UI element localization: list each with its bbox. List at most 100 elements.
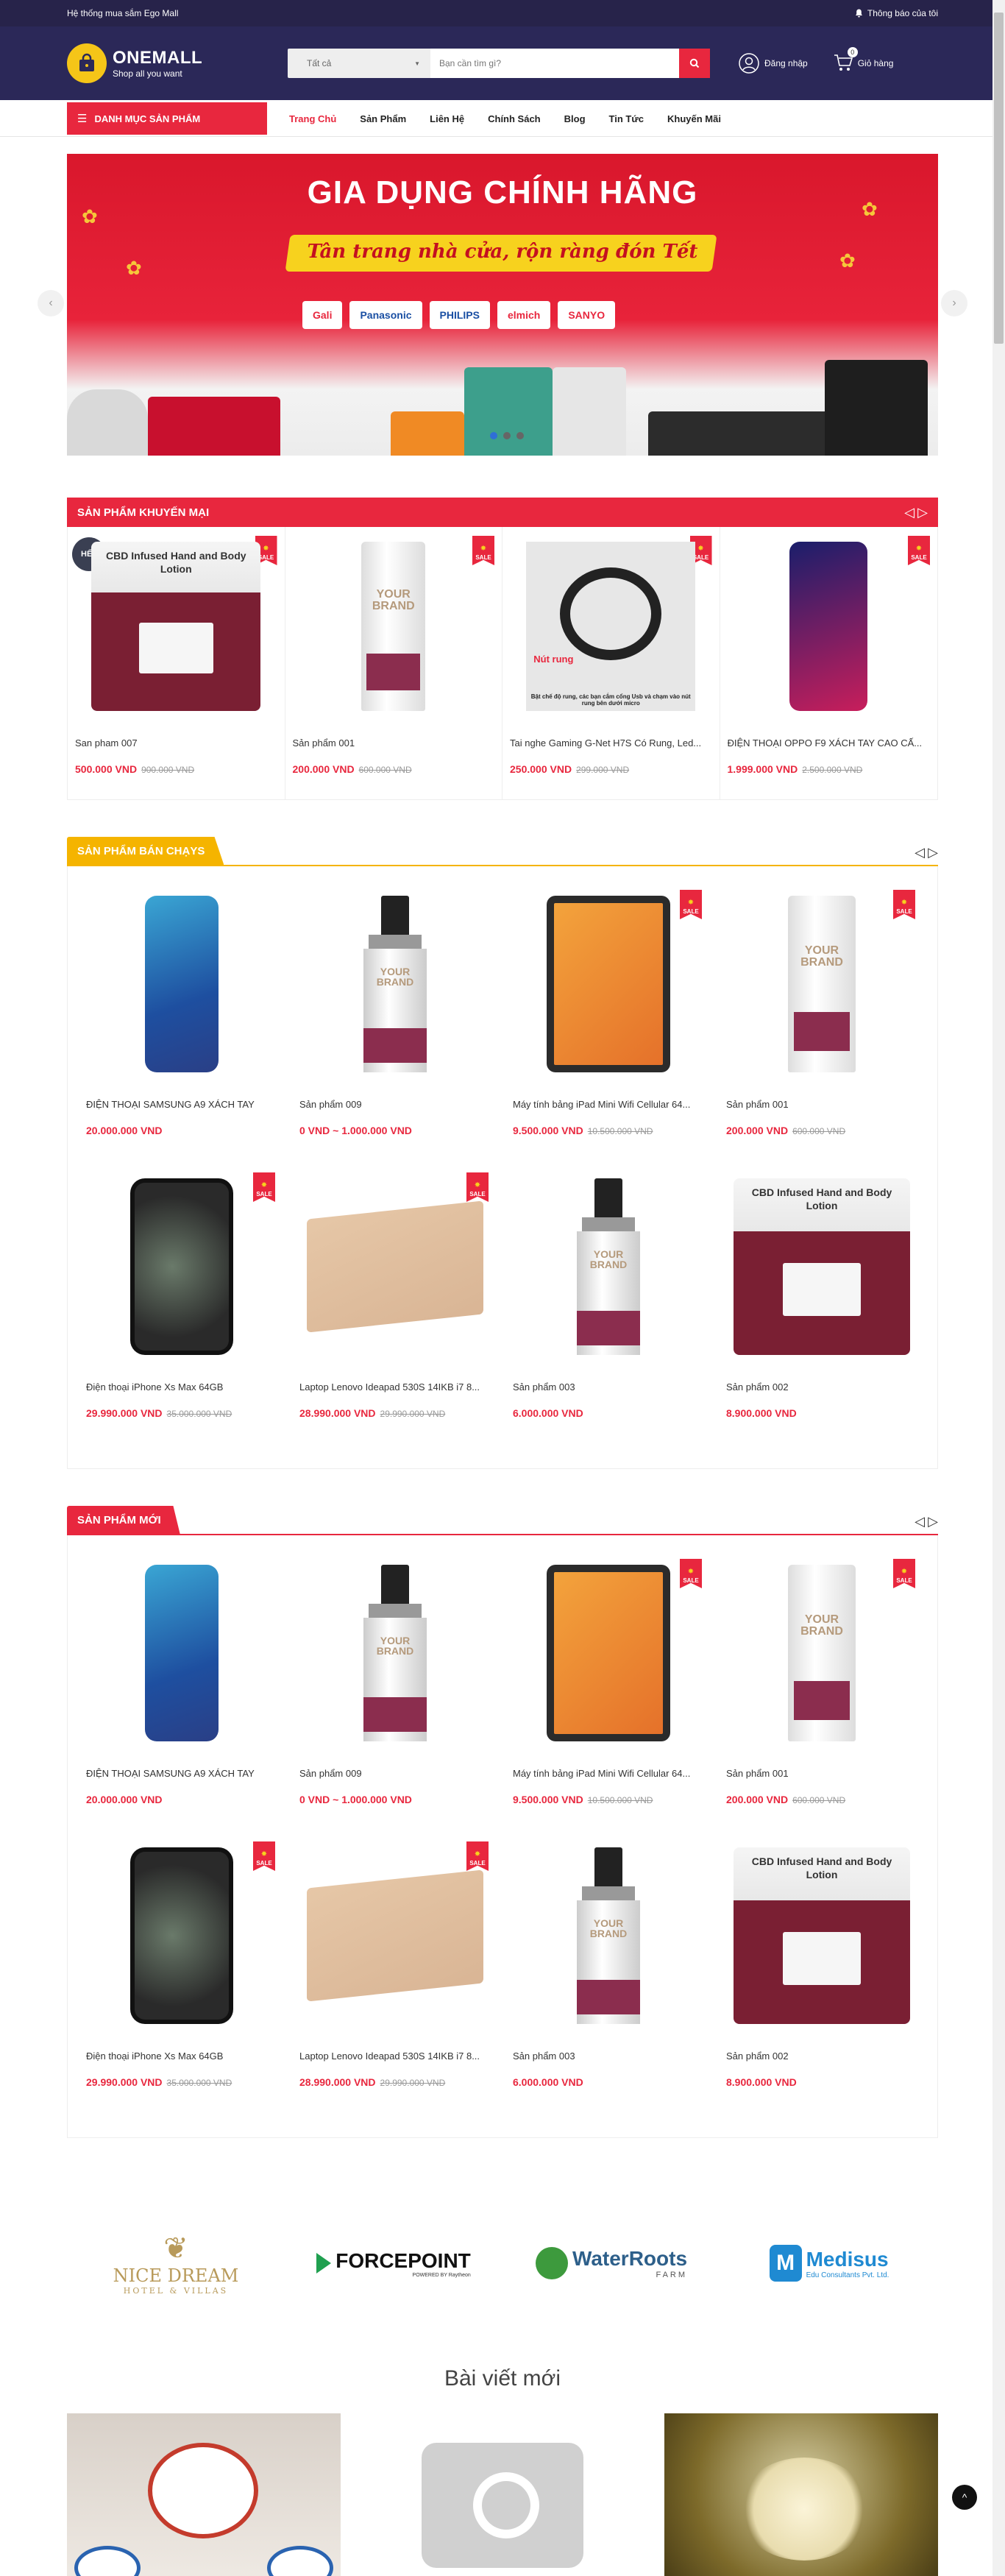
product-card[interactable]: CBD Infused Hand and Body Lotion Sản phẩ…: [715, 1833, 928, 2115]
nav-item-contact[interactable]: Liên Hệ: [430, 113, 464, 124]
category-menu-button[interactable]: ☰ DANH MỤC SẢN PHẨM: [67, 102, 267, 135]
product-name[interactable]: ĐIỆN THOẠI OPPO F9 XÁCH TAY CAO CẤ...: [728, 737, 931, 749]
product-card[interactable]: YOUR BRAND Sản phẩm 009 0 VND ~ 1.000.00…: [288, 881, 502, 1164]
scrollbar-thumb[interactable]: [994, 13, 1004, 344]
product-card[interactable]: ✸ SALE Máy tính bảng iPad Mini Wifi Cellu…: [502, 1550, 715, 1833]
slider-prev-button[interactable]: ‹: [38, 290, 64, 316]
product-image[interactable]: YOUR BRAND: [734, 896, 910, 1072]
product-image[interactable]: Nút rung Bật chế độ rung, các bạn cắm cổ…: [526, 542, 696, 711]
nav-item-promotions[interactable]: Khuyến Mãi: [667, 113, 721, 124]
product-image[interactable]: [93, 1847, 270, 2024]
blog-post-image[interactable]: [366, 2413, 639, 2576]
product-image[interactable]: YOUR BRAND: [307, 896, 483, 1072]
blog-post[interactable]: bài viết 3: [67, 2413, 341, 2576]
bestseller-title[interactable]: SẢN PHẨM BÁN CHẠYS: [67, 837, 224, 865]
product-card[interactable]: YOUR BRAND Sản phẩm 003 6.000.000 VND: [502, 1833, 715, 2115]
partner-nice-dream[interactable]: ❦ NICE DREAM HOTEL & VILLAS: [80, 2204, 271, 2322]
bestseller-prev-button[interactable]: ◁: [915, 844, 925, 860]
nav-item-news[interactable]: Tin Tức: [609, 113, 644, 124]
product-name[interactable]: Laptop Lenovo Ideapad 530S 14IKB i7 8...: [299, 1381, 491, 1393]
product-card[interactable]: ✸ SALE ĐIỆN THOẠI OPPO F9 XÁCH TAY CAO CẤ…: [720, 527, 938, 799]
product-card[interactable]: YOUR BRAND Sản phẩm 003 6.000.000 VND: [502, 1164, 715, 1446]
product-image[interactable]: [520, 1565, 697, 1741]
product-card[interactable]: ✸ SALE Điện thoại iPhone Xs Max 64GB 29.9…: [75, 1833, 288, 2115]
product-card[interactable]: HẾT ✸ SALE CBD Infused Hand and Body Lotio…: [68, 527, 285, 799]
blog-post[interactable]: bài viết 2: [664, 2413, 938, 2576]
slider-next-button[interactable]: ›: [941, 290, 967, 316]
product-name[interactable]: Sản phẩm 003: [513, 1381, 704, 1393]
slider-dot[interactable]: [503, 432, 511, 439]
product-name[interactable]: Sản phẩm 009: [299, 1768, 491, 1779]
login-link[interactable]: Đăng nhập: [738, 52, 808, 74]
product-image[interactable]: YOUR BRAND: [307, 1565, 483, 1741]
blog-post-image[interactable]: [664, 2413, 938, 2576]
new-next-button[interactable]: ▷: [928, 1513, 938, 1529]
notification-link[interactable]: Thông báo của tôi: [855, 8, 938, 18]
search-input[interactable]: [430, 49, 679, 78]
search-button[interactable]: [679, 49, 710, 78]
search-category-select[interactable]: Tất cả ▼: [288, 49, 430, 78]
product-image[interactable]: [93, 1178, 270, 1355]
slider-dot[interactable]: [516, 432, 524, 439]
product-image[interactable]: CBD Infused Hand and Body Lotion: [734, 1847, 910, 2024]
product-card[interactable]: ✸ SALE Laptop Lenovo Ideapad 530S 14IKB i…: [288, 1833, 502, 2115]
product-card[interactable]: ✸ SALE Laptop Lenovo Ideapad 530S 14IKB i…: [288, 1164, 502, 1446]
product-card[interactable]: YOUR BRAND Sản phẩm 009 0 VND ~ 1.000.00…: [288, 1550, 502, 1833]
partner-forcepoint[interactable]: FORCEPOINT POWERED BY Raytheon: [298, 2204, 489, 2322]
product-card[interactable]: ✸ SALE Điện thoại iPhone Xs Max 64GB 29.9…: [75, 1164, 288, 1446]
partner-medisus[interactable]: M Medisus Edu Consultants Pvt. Ltd.: [734, 2204, 925, 2322]
product-image[interactable]: YOUR BRAND: [309, 542, 478, 711]
nav-item-blog[interactable]: Blog: [564, 113, 586, 124]
product-name[interactable]: Sản phẩm 009: [299, 1099, 491, 1110]
bestseller-next-button[interactable]: ▷: [928, 844, 938, 860]
product-image[interactable]: CBD Infused Hand and Body Lotion: [734, 1178, 910, 1355]
product-image[interactable]: [520, 896, 697, 1072]
product-image[interactable]: [307, 1178, 483, 1355]
product-name[interactable]: Laptop Lenovo Ideapad 530S 14IKB i7 8...: [299, 2050, 491, 2062]
product-image[interactable]: [93, 896, 270, 1072]
product-name[interactable]: Sản phẩm 002: [726, 2050, 917, 2062]
nav-item-policy[interactable]: Chính Sách: [488, 113, 541, 124]
cart-link[interactable]: 0 Giỏ hàng: [833, 46, 893, 74]
product-card[interactable]: ✸ SALE YOUR BRAND Sản phẩm 001 200.000 VN…: [285, 527, 502, 799]
product-image[interactable]: [93, 1565, 270, 1741]
product-card[interactable]: ✸ SALE Nút rung Bật chế độ rung, các bạn …: [502, 527, 720, 799]
product-name[interactable]: Máy tính bảng iPad Mini Wifi Cellular 64…: [513, 1099, 704, 1110]
nav-item-products[interactable]: Sản Phẩm: [360, 113, 406, 124]
product-name[interactable]: Tai nghe Gaming G-Net H7S Có Rung, Led..…: [510, 737, 712, 749]
product-card[interactable]: ✸ SALE Máy tính bảng iPad Mini Wifi Cellu…: [502, 881, 715, 1164]
product-image[interactable]: [744, 542, 913, 711]
nav-item-home[interactable]: Trang Chủ: [289, 113, 336, 124]
product-image[interactable]: YOUR BRAND: [734, 1565, 910, 1741]
product-card[interactable]: ĐIỆN THOẠI SAMSUNG A9 XÁCH TAY 20.000.00…: [75, 881, 288, 1164]
hero-banner[interactable]: ✿ ✿ ✿ ✿ GIA DỤNG CHÍNH HÃNG Tân trang nh…: [67, 154, 938, 456]
new-prev-button[interactable]: ◁: [915, 1513, 925, 1529]
scroll-to-top-button[interactable]: ^: [952, 2485, 977, 2510]
product-card[interactable]: ✸ SALE YOUR BRAND Sản phẩm 001 200.000 VN…: [715, 1550, 928, 1833]
blog-post-image[interactable]: [67, 2413, 341, 2576]
product-name[interactable]: Sản phẩm 001: [726, 1099, 917, 1110]
product-name[interactable]: Sản phẩm 003: [513, 2050, 704, 2062]
promo-prev-button[interactable]: ◁: [904, 504, 915, 520]
page-scrollbar[interactable]: [992, 0, 1005, 2576]
product-name[interactable]: ĐIỆN THOẠI SAMSUNG A9 XÁCH TAY: [86, 1768, 277, 1779]
product-name[interactable]: ĐIỆN THOẠI SAMSUNG A9 XÁCH TAY: [86, 1099, 277, 1110]
partner-waterroots[interactable]: WaterRoots FARM: [516, 2204, 707, 2322]
product-image[interactable]: YOUR BRAND: [520, 1847, 697, 2024]
product-name[interactable]: Máy tính bảng iPad Mini Wifi Cellular 64…: [513, 1768, 704, 1779]
slider-dot[interactable]: [490, 432, 497, 439]
product-name[interactable]: Sản phẩm 001: [293, 737, 495, 749]
product-card[interactable]: CBD Infused Hand and Body Lotion Sản phẩ…: [715, 1164, 928, 1446]
product-image[interactable]: [307, 1847, 483, 2024]
product-name[interactable]: Sản phẩm 002: [726, 1381, 917, 1393]
product-name[interactable]: Sản phẩm 001: [726, 1768, 917, 1779]
new-products-title[interactable]: SẢN PHẨM MỚI: [67, 1506, 180, 1534]
product-name[interactable]: Điện thoại iPhone Xs Max 64GB: [86, 1381, 277, 1393]
promo-next-button[interactable]: ▷: [917, 504, 928, 520]
product-card[interactable]: ✸ SALE YOUR BRAND Sản phẩm 001 200.000 VN…: [715, 881, 928, 1164]
product-image[interactable]: YOUR BRAND: [520, 1178, 697, 1355]
blog-post[interactable]: bài viết 4: [366, 2413, 639, 2576]
site-logo[interactable]: ONEMALL Shop all you want: [67, 43, 288, 83]
product-image[interactable]: CBD Infused Hand and Body Lotion: [91, 542, 261, 711]
product-name[interactable]: San pham 007: [75, 737, 277, 749]
